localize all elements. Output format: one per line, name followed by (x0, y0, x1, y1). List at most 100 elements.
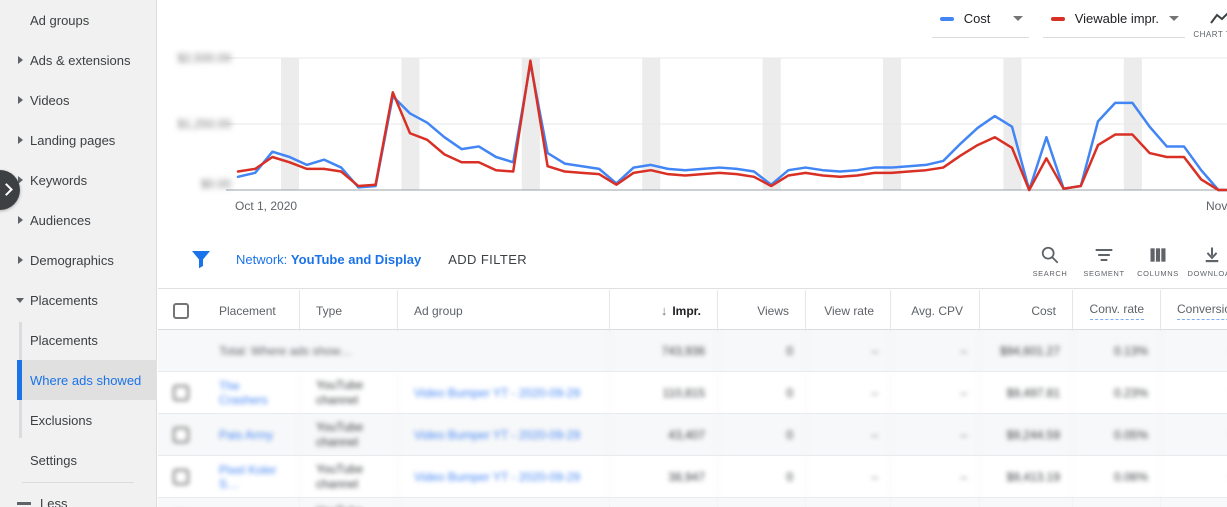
ad-group-link[interactable]: Video Bumper YT - 2020-09-29 (398, 372, 610, 413)
select-all-checkbox[interactable] (172, 302, 189, 319)
download-icon (1205, 247, 1219, 262)
view-rate-cell: – (806, 414, 891, 455)
sidebar-item-label: Exclusions (30, 412, 93, 428)
segment-icon (1095, 248, 1113, 261)
impr-cell: 43,407 (610, 414, 718, 455)
col-header-view-rate[interactable]: View rate (806, 290, 891, 331)
col-header-cost[interactable]: Cost (980, 290, 1073, 331)
total-view-rate: – (806, 330, 891, 371)
sidebar-item-placements[interactable]: Placements (0, 320, 156, 360)
total-row-label: Total: Where ads show… (203, 330, 610, 371)
type-cell: YouTube channel (300, 456, 398, 497)
chart-type-button[interactable]: CHART TYPE (1193, 10, 1227, 39)
sidebar-item-label: Videos (30, 92, 70, 108)
col-header-type[interactable]: Type (300, 290, 398, 331)
conversions-cell: 0 (1161, 456, 1227, 497)
row-checkbox[interactable] (172, 384, 189, 401)
sidebar-item-ad-groups[interactable]: Ad groups (0, 0, 156, 40)
cost-series-swatch (939, 16, 954, 21)
chart-type-label: CHART TYPE (1193, 30, 1227, 39)
table-toolbar: Network: YouTube and Display ADD FILTER … (158, 230, 1227, 289)
table-row: Pixel Koler S… YouTube channel Video Bumpe… (158, 456, 1227, 498)
columns-button[interactable]: COLUMNS (1131, 241, 1185, 278)
view-rate-cell: – (806, 372, 891, 413)
col-header-placement[interactable]: Placement (203, 290, 300, 331)
columns-icon (1150, 247, 1166, 262)
chevron-right-icon (18, 56, 23, 64)
ad-group-link[interactable]: Video Bumper YT - 2020-09-29 (398, 456, 610, 497)
sidebar-item-label: Where ads showed (30, 372, 142, 388)
select-all-cell (158, 290, 203, 331)
series-line-viewable-impr- (236, 59, 1227, 192)
y-axis-tick-label: $0.00 (201, 177, 231, 191)
sidebar-item-label: Placements (30, 332, 98, 348)
chevron-right-icon (18, 136, 23, 144)
chevron-right-icon (18, 256, 23, 264)
y-axis-tick-label: $2,500.00 (178, 51, 232, 65)
sidebar-item-demographics[interactable]: Demographics (0, 240, 156, 280)
conv-rate-cell: 0.23% (1073, 372, 1161, 413)
network-filter-value: YouTube and Display (290, 251, 422, 267)
col-header-conversions[interactable]: Conversions (1161, 290, 1227, 331)
col-header-conv-rate[interactable]: Conv. rate (1073, 290, 1161, 331)
row-select-cell (158, 498, 203, 507)
placements-table: Placement Type Ad group ↓ Impr. Views Vi… (158, 290, 1227, 507)
table-row: Pais Army YouTube channel Video Bumper YT … (158, 414, 1227, 456)
col-header-ad-group[interactable]: Ad group (398, 290, 610, 331)
sidebar-item-landing-pages[interactable]: Landing pages (0, 120, 156, 160)
sidebar-item-ads-extensions[interactable]: Ads & extensions (0, 40, 156, 80)
chevron-right-icon (0, 183, 13, 196)
total-avg-cpv: – (891, 330, 980, 371)
viewable-impr-series-swatch (1050, 16, 1065, 21)
cost-cell: $9,497.81 (980, 372, 1073, 413)
col-header-avg-cpv[interactable]: Avg. CPV (891, 290, 980, 331)
row-checkbox[interactable] (172, 468, 189, 485)
table-row-partial: YouTube channel (158, 498, 1227, 507)
sidebar-item-label: Keywords (30, 172, 88, 188)
metric-select-cost[interactable]: Cost (931, 8, 1029, 38)
segment-button[interactable]: SEGMENT (1077, 241, 1131, 278)
views-cell: 0 (718, 456, 806, 497)
impr-cell: 110,815 (610, 372, 718, 413)
conversions-cell: 2 (1161, 372, 1227, 413)
cost-cell: $9,244.59 (980, 414, 1073, 455)
sidebar-item-label: Audiences (30, 212, 91, 228)
ad-group-link[interactable]: Video Bumper YT - 2020-09-29 (398, 414, 610, 455)
search-button[interactable]: SEARCH (1023, 241, 1077, 278)
search-label: SEARCH (1032, 268, 1068, 278)
total-conv-rate: 0.13% (1073, 330, 1161, 371)
sidebar-nav: Ad groups Ads & extensions Videos Landing p… (0, 0, 157, 480)
sidebar-item-where-ads-showed[interactable]: Where ads showed (17, 360, 157, 400)
total-conversions: 9 (1161, 330, 1227, 371)
sidebar-item-exclusions[interactable]: Exclusions (0, 400, 156, 440)
sidebar-item-audiences[interactable]: Audiences (0, 200, 156, 240)
sidebar-item-videos[interactable]: Videos (0, 80, 156, 120)
download-label: DOWNLOAD (1187, 268, 1227, 278)
row-checkbox[interactable] (172, 426, 189, 443)
placement-link[interactable]: The Crashers (203, 372, 300, 413)
metric-select-cost-label: Cost (963, 11, 991, 26)
metric-select-viewable-impr[interactable]: Viewable impr. (1042, 8, 1185, 38)
type-cell: YouTube channel (300, 498, 398, 507)
add-filter-button[interactable]: ADD FILTER (448, 252, 527, 267)
segment-label: SEGMENT (1083, 268, 1125, 278)
sidebar-item-less[interactable]: Less (0, 483, 156, 507)
table-header-row: Placement Type Ad group ↓ Impr. Views Vi… (158, 290, 1227, 331)
sidebar-item-settings[interactable]: Settings (0, 440, 156, 480)
chart-legend: Cost Viewable impr. CHART TYPE (931, 8, 1227, 39)
placement-link[interactable]: Pais Army (203, 414, 300, 455)
col-header-impr[interactable]: ↓ Impr. (610, 290, 718, 331)
placement-link[interactable]: Pixel Koler S… (203, 456, 300, 497)
download-button[interactable]: DOWNLOAD (1185, 241, 1227, 278)
avg-cpv-cell: – (891, 372, 980, 413)
total-cost: $94,601.27 (980, 330, 1073, 371)
sidebar-item-keywords[interactable]: Keywords (0, 160, 156, 200)
sidebar-item-placements[interactable]: Placements (0, 280, 156, 320)
x-axis-end-label: Nov 3 (1206, 199, 1227, 213)
sidebar-item-label: Ads & extensions (30, 52, 131, 68)
filter-icon (192, 251, 210, 269)
minus-icon (17, 501, 31, 505)
col-header-views[interactable]: Views (718, 290, 806, 331)
sidebar-less-label: Less (40, 495, 68, 507)
network-filter-chip[interactable]: Network: YouTube and Display (236, 252, 421, 267)
